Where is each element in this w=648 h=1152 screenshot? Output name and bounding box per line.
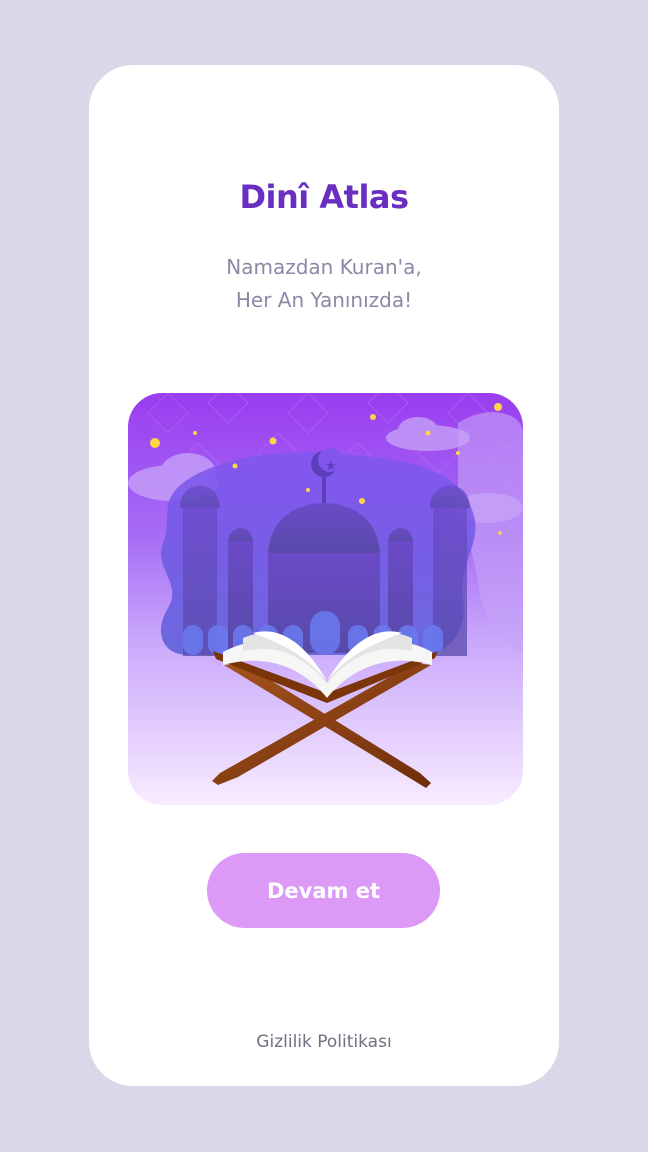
app-tagline: Namazdan Kuran'a, Her An Yanınızda!: [0, 251, 648, 317]
privacy-policy-link[interactable]: Gizlilik Politikası: [0, 1032, 648, 1052]
tagline-line-2: Her An Yanınızda!: [235, 288, 413, 312]
app-title: Dinî Atlas: [239, 178, 409, 216]
svg-text:★: ★: [325, 459, 337, 474]
tagline-line-1: Namazdan Kuran'a,: [226, 255, 422, 279]
mosque-quran-illustration: ★: [128, 393, 523, 805]
continue-button[interactable]: Devam et: [207, 853, 440, 928]
